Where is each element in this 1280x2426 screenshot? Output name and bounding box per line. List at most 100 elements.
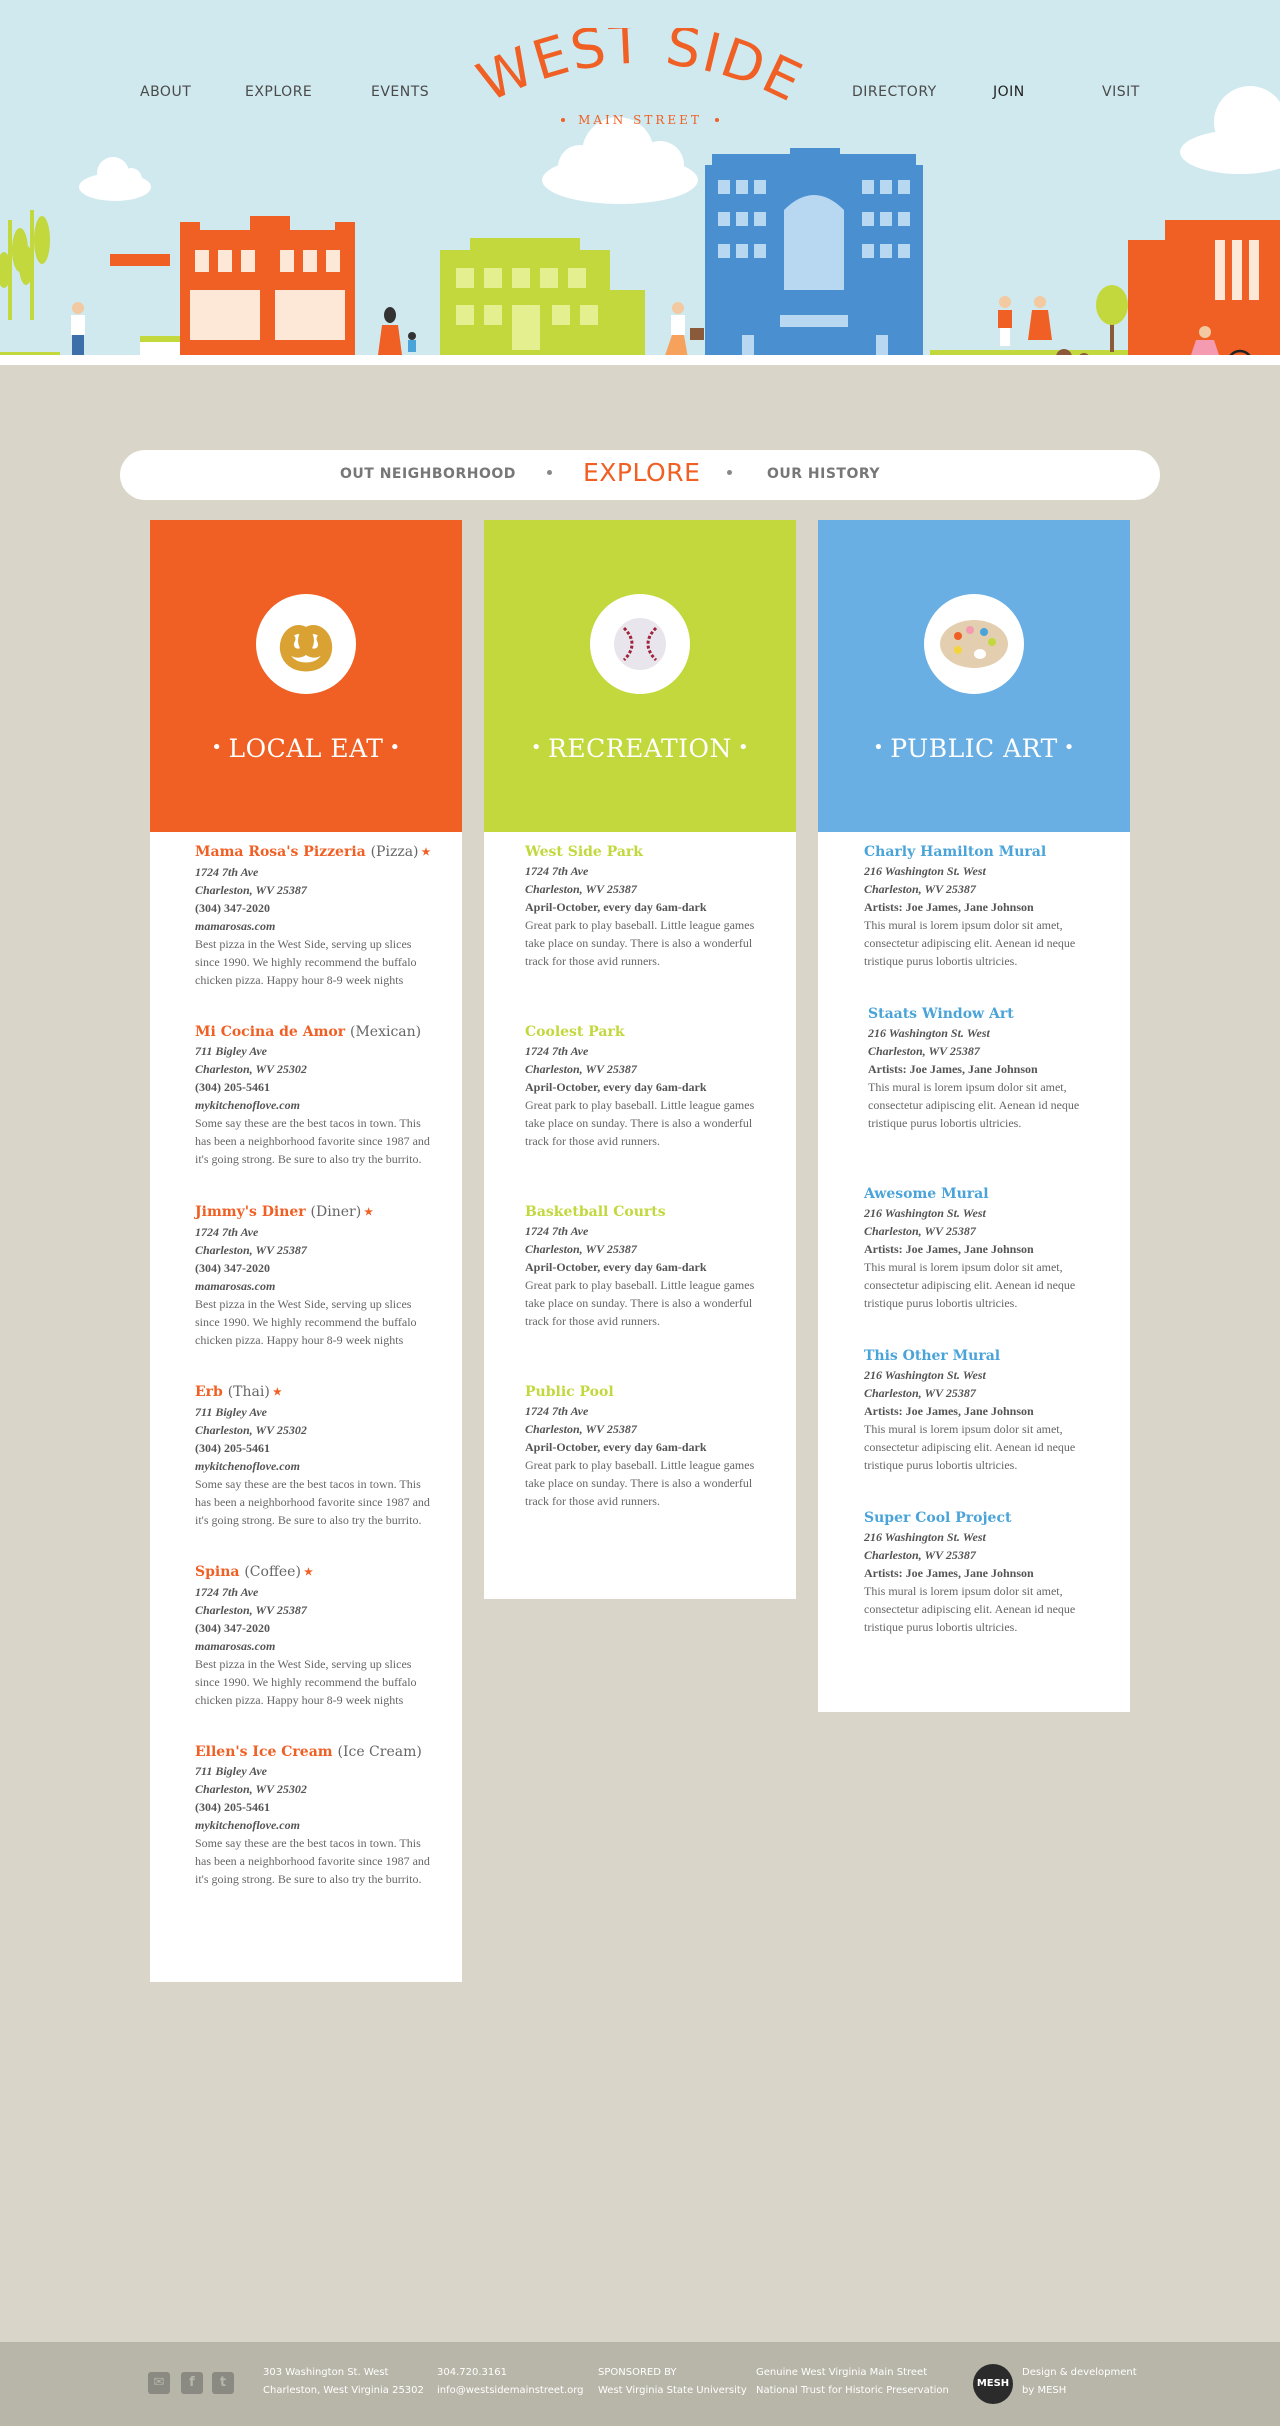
recreation-entry-address2: Charleston, WV 25387 bbox=[525, 1242, 637, 1256]
recreation-entry-address2: Charleston, WV 25387 bbox=[525, 882, 637, 896]
local-eat-title: • LOCAL EAT • bbox=[211, 734, 401, 763]
subnav-separator bbox=[727, 470, 732, 475]
nav-events[interactable]: EVENTS bbox=[371, 84, 429, 100]
svg-text:WEST SIDE: WEST SIDE bbox=[470, 28, 810, 115]
eat-entry-address1: 711 Bigley Ave bbox=[195, 1044, 267, 1058]
footer-genuine: Genuine West Virginia Main Street Nation… bbox=[756, 2364, 949, 2400]
baseball-icon bbox=[590, 594, 690, 694]
footer-sponsor-name[interactable]: West Virginia State University bbox=[598, 2382, 747, 2400]
art-entry-artists: Artists: Joe James, Jane Johnson bbox=[864, 1566, 1034, 1580]
eat-entry-kind: (Mexican) bbox=[349, 1024, 422, 1040]
eat-entry-phone[interactable]: (304) 347-2020 bbox=[195, 1259, 435, 1277]
eat-entry-phone[interactable]: (304) 347-2020 bbox=[195, 899, 435, 917]
eat-entry: Jimmy's Diner (Diner) ★ 1724 7th Ave Charle… bbox=[195, 1202, 435, 1349]
eat-entry-phone[interactable]: (304) 205-5461 bbox=[195, 1439, 435, 1457]
art-entry: Staats Window Art 216 Washington St. West… bbox=[868, 1004, 1108, 1132]
recreation-entry-address1: 1724 7th Ave bbox=[525, 1044, 589, 1058]
art-entry-description: This mural is lorem ipsum dolor sit amet… bbox=[868, 1080, 1080, 1130]
recreation-entry-address1: 1724 7th Ave bbox=[525, 1224, 589, 1238]
eat-entry-kind: (Diner) bbox=[310, 1204, 362, 1220]
recreation-entry-description: Great park to play baseball. Little leag… bbox=[525, 1458, 755, 1508]
art-entry-description: This mural is lorem ipsum dolor sit amet… bbox=[864, 1422, 1076, 1472]
eat-entry-name[interactable]: Jimmy's Diner bbox=[195, 1204, 306, 1220]
recreation-entry: West Side Park 1724 7th Ave Charleston, WV… bbox=[525, 842, 765, 970]
eat-entry-address2: Charleston, WV 25302 bbox=[195, 1062, 307, 1076]
art-entry-name[interactable]: Charly Hamilton Mural bbox=[864, 842, 1104, 862]
eat-entry-phone[interactable]: (304) 205-5461 bbox=[195, 1798, 435, 1816]
hero-banner: ABOUT EXPLORE EVENTS DIRECTORY JOIN VISI… bbox=[0, 0, 1280, 375]
eat-entry-kind: (Pizza) bbox=[370, 844, 419, 860]
subnav-separator bbox=[547, 470, 552, 475]
eat-entry-phone[interactable]: (304) 205-5461 bbox=[195, 1078, 435, 1096]
eat-entry-website[interactable]: mamarosas.com bbox=[195, 1277, 435, 1295]
eat-entry-kind: (Thai) bbox=[227, 1384, 270, 1400]
art-entry-name[interactable]: This Other Mural bbox=[864, 1346, 1104, 1366]
art-entry-address1: 216 Washington St. West bbox=[864, 1368, 986, 1382]
recreation-entry-description: Great park to play baseball. Little leag… bbox=[525, 918, 755, 968]
recreation-entry-hours: April-October, every day 6am-dark bbox=[525, 1260, 707, 1274]
art-entry-name[interactable]: Staats Window Art bbox=[868, 1004, 1108, 1024]
eat-entry-name[interactable]: Erb bbox=[195, 1384, 223, 1400]
facebook-icon[interactable]: f bbox=[181, 2372, 203, 2394]
recreation-entry-description: Great park to play baseball. Little leag… bbox=[525, 1098, 755, 1148]
pretzel-icon bbox=[256, 594, 356, 694]
star-icon: ★ bbox=[364, 1207, 374, 1218]
recreation-entry: Public Pool 1724 7th Ave Charleston, WV 25… bbox=[525, 1382, 765, 1510]
footer-credit: Design & development by MESH bbox=[1022, 2364, 1137, 2400]
eat-entry-address2: Charleston, WV 25387 bbox=[195, 883, 307, 897]
recreation-entry-name[interactable]: Coolest Park bbox=[525, 1022, 765, 1042]
eat-entry-name[interactable]: Mama Rosa's Pizzeria bbox=[195, 844, 366, 860]
art-entry-name[interactable]: Super Cool Project bbox=[864, 1508, 1104, 1528]
eat-entry-title: Mi Cocina de Amor (Mexican) bbox=[195, 1022, 435, 1042]
nav-visit[interactable]: VISIT bbox=[1102, 84, 1140, 100]
eat-entry-phone[interactable]: (304) 347-2020 bbox=[195, 1619, 435, 1637]
eat-entry-name[interactable]: Ellen's Ice Cream bbox=[195, 1744, 333, 1760]
art-entry-address1: 216 Washington St. West bbox=[864, 1530, 986, 1544]
footer-phone[interactable]: 304.720.3161 bbox=[437, 2364, 584, 2382]
footer-genuine-line2: National Trust for Historic Preservation bbox=[756, 2385, 949, 2396]
nav-explore[interactable]: EXPLORE bbox=[245, 84, 312, 100]
art-entry-address1: 216 Washington St. West bbox=[864, 1206, 986, 1220]
nav-about[interactable]: ABOUT bbox=[140, 84, 191, 100]
footer-email[interactable]: info@westsidemainstreet.org bbox=[437, 2382, 584, 2400]
mail-icon[interactable]: ✉ bbox=[148, 2372, 170, 2394]
art-entry-address2: Charleston, WV 25387 bbox=[864, 882, 976, 896]
nav-directory[interactable]: DIRECTORY bbox=[852, 84, 937, 100]
eat-entry-website[interactable]: mamarosas.com bbox=[195, 1637, 435, 1655]
eat-entry-address1: 711 Bigley Ave bbox=[195, 1764, 267, 1778]
art-entry-artists: Artists: Joe James, Jane Johnson bbox=[868, 1062, 1038, 1076]
eat-entry-description: Some say these are the best tacos in tow… bbox=[195, 1477, 430, 1527]
recreation-entry-name[interactable]: Public Pool bbox=[525, 1382, 765, 1402]
footer-credit-line2[interactable]: by MESH bbox=[1022, 2382, 1137, 2400]
recreation-entry-name[interactable]: Basketball Courts bbox=[525, 1202, 765, 1222]
recreation-entry-address1: 1724 7th Ave bbox=[525, 864, 589, 878]
eat-entry: Erb (Thai) ★ 711 Bigley Ave Charleston, WV … bbox=[195, 1382, 435, 1529]
eat-entry-website[interactable]: mamarosas.com bbox=[195, 917, 435, 935]
recreation-title: • RECREATION • bbox=[530, 734, 750, 763]
footer-address-line1: 303 Washington St. West bbox=[263, 2367, 389, 2378]
mesh-logo[interactable]: MESH bbox=[973, 2364, 1013, 2404]
recreation-entry-name[interactable]: West Side Park bbox=[525, 842, 765, 862]
nav-join[interactable]: JOIN bbox=[993, 84, 1025, 100]
eat-entry-website[interactable]: mykitchenoflove.com bbox=[195, 1096, 435, 1114]
subnav-history[interactable]: OUR HISTORY bbox=[767, 466, 880, 482]
eat-entry-title: Ellen's Ice Cream (Ice Cream) bbox=[195, 1742, 435, 1762]
section-subnav: OUT NEIGHBORHOOD EXPLORE OUR HISTORY bbox=[120, 450, 1160, 500]
eat-entry-website[interactable]: mykitchenoflove.com bbox=[195, 1457, 435, 1475]
subnav-neighborhood[interactable]: OUT NEIGHBORHOOD bbox=[340, 466, 516, 482]
eat-entry-name[interactable]: Spina bbox=[195, 1564, 239, 1580]
recreation-entry-address1: 1724 7th Ave bbox=[525, 1404, 589, 1418]
site-logo[interactable]: WEST SIDE MAIN STREET bbox=[468, 13, 811, 138]
art-entry-name[interactable]: Awesome Mural bbox=[864, 1184, 1104, 1204]
public-art-header: • PUBLIC ART • bbox=[818, 520, 1130, 832]
eat-entry-kind: (Ice Cream) bbox=[337, 1744, 422, 1760]
eat-entry-description: Best pizza in the West Side, serving up … bbox=[195, 1657, 417, 1707]
eat-entry-name[interactable]: Mi Cocina de Amor bbox=[195, 1024, 345, 1040]
eat-entry-address1: 1724 7th Ave bbox=[195, 865, 259, 879]
twitter-icon[interactable]: t bbox=[212, 2372, 234, 2394]
eat-entry: Spina (Coffee) ★ 1724 7th Ave Charleston, W… bbox=[195, 1562, 435, 1709]
subnav-explore[interactable]: EXPLORE bbox=[583, 458, 700, 487]
eat-entry-website[interactable]: mykitchenoflove.com bbox=[195, 1816, 435, 1834]
art-entry-description: This mural is lorem ipsum dolor sit amet… bbox=[864, 1260, 1076, 1310]
art-entry: This Other Mural 216 Washington St. West C… bbox=[864, 1346, 1104, 1474]
